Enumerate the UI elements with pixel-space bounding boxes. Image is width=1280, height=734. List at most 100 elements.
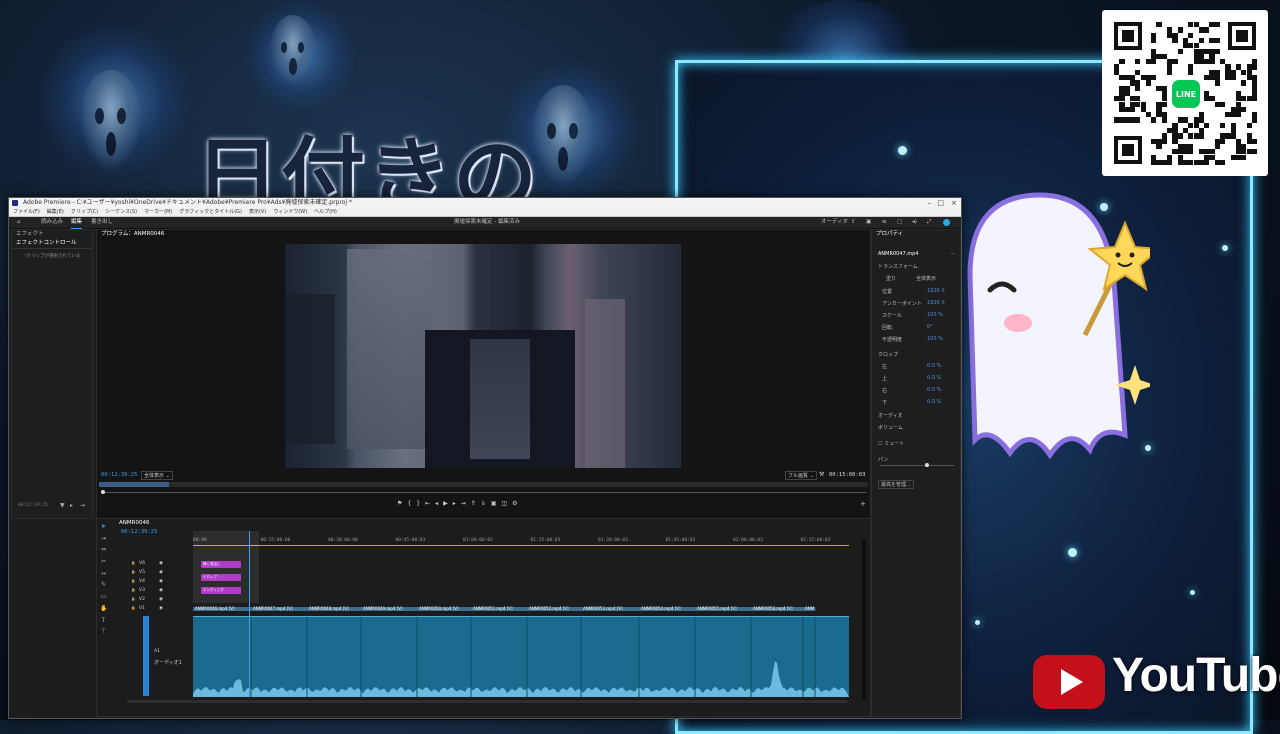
pan-slider[interactable] — [880, 465, 954, 466]
tab-export[interactable]: 書き出し — [91, 217, 113, 228]
menu-item[interactable]: 編集(E) — [47, 209, 64, 215]
video-track-header[interactable]: V5 — [139, 570, 145, 575]
audio-clips-a1[interactable] — [193, 616, 849, 697]
work-area-bar[interactable] — [193, 545, 849, 546]
selection-tool-icon[interactable]: ➤ — [100, 523, 107, 530]
maximize-button[interactable]: □ — [937, 198, 944, 208]
pan-slider-handle[interactable] — [925, 463, 929, 467]
filter-icon[interactable]: ▼ — [60, 502, 65, 509]
video-clip[interactable]: ANMR — [803, 606, 816, 611]
video-clip[interactable]: ANMR0051.mp4 [V] — [471, 606, 528, 611]
graphic-clip[interactable]: テロップ — [201, 574, 241, 581]
fit-dropdown[interactable]: 全体表示 ⌄ — [141, 471, 173, 480]
video-clip[interactable]: ANMR0048.mp4 [V] — [307, 606, 362, 611]
video-clip[interactable]: ANMR0052.mp4 [V] — [527, 606, 582, 611]
fit-fill-option[interactable]: 塗り — [886, 275, 896, 282]
crop-value[interactable]: 0.0 % — [927, 387, 941, 393]
track-visibility-icon[interactable]: ◉ — [159, 597, 163, 602]
export-icon[interactable]: ⇥ — [80, 502, 85, 509]
menu-item[interactable]: マーカー(M) — [144, 209, 172, 215]
quick-export-icon[interactable]: ⇪ — [851, 217, 856, 228]
video-clip[interactable]: ANMR0054.mp4 [V] — [639, 606, 696, 611]
video-clip[interactable]: ANMR0049.mp4 [V] — [361, 606, 418, 611]
tab-import[interactable]: 読み込み — [41, 217, 63, 228]
audio-section[interactable]: オーディオ — [878, 412, 903, 419]
out-point-icon[interactable]: } — [416, 500, 425, 507]
timeline-scrollbar[interactable] — [127, 700, 847, 703]
video-clip[interactable]: ANMR0046.mp4 [V] — [193, 606, 252, 611]
track-lock-icon[interactable]: 🔒 — [131, 561, 135, 565]
compare-icon[interactable]: ◫ — [502, 500, 513, 507]
lift-icon[interactable]: ⇑ — [471, 500, 481, 507]
property-value[interactable]: 0° — [927, 324, 933, 330]
panel-icon[interactable]: ▣ — [866, 217, 871, 228]
tab-edit[interactable]: 編集 — [71, 217, 83, 229]
video-track-header[interactable]: V6 — [139, 561, 145, 566]
marker-icon[interactable]: ⚑ — [397, 500, 407, 507]
track-visibility-icon[interactable]: ◉ — [159, 588, 163, 593]
track-lock-icon[interactable]: 🔒 — [131, 606, 135, 610]
property-value[interactable]: 100 % — [927, 336, 943, 342]
wrench-icon[interactable]: ⚒ — [819, 471, 824, 478]
track-select-tool-icon[interactable]: ⇥ — [100, 535, 107, 542]
user-avatar[interactable] — [943, 219, 950, 226]
menu-icon[interactable]: ≡ — [882, 217, 887, 228]
video-clip[interactable]: ANMR0053.mp4 [V] — [581, 606, 640, 611]
track-lock-icon[interactable]: 🔒 — [131, 579, 135, 583]
graphic-clip[interactable]: 輝く見出し — [201, 561, 241, 568]
mini-timeline[interactable] — [99, 482, 868, 487]
track-visibility-icon[interactable]: ◉ — [159, 570, 163, 575]
close-button[interactable]: × — [951, 198, 957, 208]
fit-all-option[interactable]: 全体表示 — [916, 275, 936, 282]
property-value[interactable]: 1920 X — [927, 300, 945, 306]
crop-value[interactable]: 0.0 % — [927, 375, 941, 381]
playhead-scrubber[interactable] — [101, 492, 866, 493]
workspace-audio[interactable]: オーディオ — [821, 217, 848, 228]
extract-icon[interactable]: ⇓ — [481, 500, 491, 507]
menu-item[interactable]: 表示(V) — [249, 209, 266, 215]
effect-controls-tab[interactable]: エフェクトコントロール — [12, 239, 92, 249]
camera-icon[interactable]: ▣ — [491, 500, 502, 507]
step-forward-icon[interactable]: ▸ — [453, 500, 461, 507]
crop-section[interactable]: クロップ — [878, 351, 898, 358]
video-clip[interactable]: ANMR0047.mp4 [V] — [251, 606, 308, 611]
menu-item[interactable]: ウィンドウ(W) — [273, 209, 307, 215]
menu-item[interactable]: ヘルプ(H) — [314, 209, 337, 215]
more-options-icon[interactable]: ⋯ — [950, 251, 955, 257]
track-visibility-icon[interactable]: ◉ — [159, 561, 163, 566]
razor-tool-icon[interactable]: ✂ — [100, 558, 107, 565]
crop-value[interactable]: 0.0 % — [927, 363, 941, 369]
video-track-header[interactable]: V3 — [139, 588, 145, 593]
track-lock-icon[interactable]: 🔒 — [131, 570, 135, 574]
sequence-tab[interactable]: ANMR0046 — [97, 519, 870, 528]
ripple-edit-tool-icon[interactable]: ⇔ — [100, 546, 107, 553]
in-point-icon[interactable]: { — [407, 500, 416, 507]
home-icon[interactable]: ⌂ — [17, 217, 21, 228]
video-clip[interactable]: ANMR0055.mp4 [V] — [695, 606, 752, 611]
frame-icon[interactable]: ▢ — [897, 217, 902, 228]
property-value[interactable]: 100 % — [927, 312, 943, 318]
video-track-header[interactable]: V1 — [139, 606, 145, 611]
type-tool-icon[interactable]: T — [100, 617, 107, 624]
video-track-header[interactable]: V2 — [139, 597, 145, 602]
menu-item[interactable]: ファイル(F) — [13, 209, 40, 215]
crop-value[interactable]: 0.0 % — [927, 399, 941, 405]
video-clip[interactable]: ANMR0050.mp4 [V] — [417, 606, 472, 611]
a1-track-target[interactable] — [143, 616, 149, 696]
track-visibility-icon[interactable]: ◉ — [159, 579, 163, 584]
expand-icon[interactable]: ⤢ — [927, 217, 931, 228]
timeline-playhead[interactable] — [249, 531, 250, 697]
step-back-icon[interactable]: ◂ — [435, 500, 443, 507]
program-tab[interactable]: プログラム：ANMR0046 — [97, 230, 870, 239]
mute-checkbox[interactable]: ☐ ミュート — [878, 440, 904, 447]
add-button-icon[interactable]: + — [860, 500, 866, 508]
minimize-button[interactable]: – — [928, 198, 932, 208]
slip-tool-icon[interactable]: ↔ — [100, 570, 107, 577]
menu-item[interactable]: クリップ(C) — [71, 209, 98, 215]
track-visibility-icon[interactable]: ◉ — [159, 606, 163, 611]
menu-item[interactable]: シーケンス(S) — [105, 209, 137, 215]
quality-dropdown[interactable]: フル画質 ⌄ — [785, 471, 817, 480]
audio-track-header[interactable]: A1 — [154, 649, 160, 654]
track-lock-icon[interactable]: 🔒 — [131, 597, 135, 601]
settings-icon[interactable]: ⚙ — [512, 500, 522, 507]
